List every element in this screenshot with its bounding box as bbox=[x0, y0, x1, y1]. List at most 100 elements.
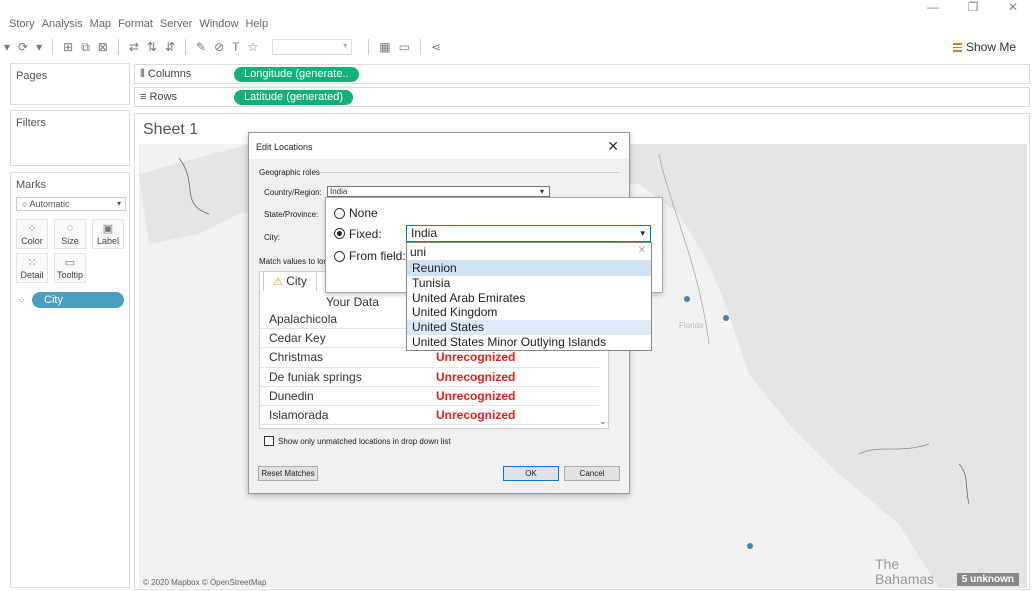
dropdown-option-us-minor[interactable]: United States Minor Outlying Islands bbox=[407, 335, 651, 350]
latitude-pill[interactable]: Latitude (generated) bbox=[234, 90, 354, 105]
row-status[interactable]: Unrecognized bbox=[436, 389, 515, 403]
bahamas-line-2: Bahamas bbox=[875, 571, 935, 587]
toolbar-divider bbox=[419, 39, 421, 55]
columns-shelf[interactable]: ⦀ Columns Longitude (generate.. bbox=[134, 64, 1030, 84]
map-point bbox=[684, 296, 690, 302]
fit-dropdown[interactable] bbox=[272, 39, 353, 55]
menu-format[interactable]: Format bbox=[118, 18, 153, 30]
map-point bbox=[747, 543, 753, 549]
show-me-icon bbox=[952, 42, 962, 52]
row-status[interactable]: Unrecognized bbox=[436, 370, 515, 384]
dropdown-option-uk[interactable]: United Kingdom bbox=[407, 305, 651, 320]
tab-city[interactable]: ⚠ City bbox=[263, 271, 317, 291]
map-copyright: © 2020 Mapbox © OpenStreetMap bbox=[143, 578, 267, 587]
tooltip-icon: ▭ bbox=[64, 257, 76, 269]
filters-pane[interactable]: Filters bbox=[10, 110, 130, 166]
row-status[interactable]: Unrecognized bbox=[436, 408, 515, 422]
menu-server[interactable]: Server bbox=[160, 18, 192, 30]
row-name: Christmas bbox=[269, 350, 324, 365]
dialog-title: Edit Locations bbox=[256, 142, 313, 152]
tooltip-button[interactable]: ▭ Tooltip bbox=[54, 253, 86, 283]
row-status[interactable]: Unrecognized bbox=[436, 350, 515, 364]
close-window-button[interactable]: ✕ bbox=[993, 0, 1033, 16]
cancel-button[interactable]: Cancel bbox=[564, 466, 620, 481]
fixed-radio[interactable] bbox=[334, 228, 345, 239]
clear-sheet-icon[interactable]: ⊠ bbox=[98, 40, 108, 54]
marks-title: Marks bbox=[16, 179, 46, 191]
menu-help[interactable]: Help bbox=[245, 18, 268, 30]
country-dropdown-list: ✕ Reunion Tunisia United Arab Emirates U… bbox=[406, 242, 652, 351]
none-radio[interactable] bbox=[334, 208, 345, 219]
dropdown-option-reunion[interactable]: Reunion bbox=[407, 261, 651, 276]
share-icon[interactable]: ⋖ bbox=[431, 40, 441, 54]
redo-icon[interactable]: ⟳ bbox=[18, 40, 28, 54]
minimize-button[interactable]: — bbox=[913, 0, 953, 16]
highlight-icon[interactable]: ✎ bbox=[196, 40, 206, 54]
toolbar: ▾ ⟳ ▾ ⊞ ⧉ ⊠ ⇄ ⇅ ⇵ ✎ ⊘ T ☆ ▦ ▭ ⋖ bbox=[0, 35, 1033, 59]
tooltip-label: Tooltip bbox=[56, 270, 83, 280]
detail-label: Detail bbox=[20, 270, 44, 280]
clear-search-icon[interactable]: ✕ bbox=[638, 245, 646, 256]
menu-analysis[interactable]: Analysis bbox=[42, 18, 83, 30]
dropdown-arrow-icon[interactable]: ▾ bbox=[36, 40, 42, 54]
menu-map[interactable]: Map bbox=[90, 18, 111, 30]
map-label-florida: Florida bbox=[679, 321, 704, 330]
dropdown-option-tunisia[interactable]: Tunisia bbox=[407, 276, 651, 291]
label-button[interactable]: ▣ Label bbox=[92, 219, 124, 249]
scroll-down-icon[interactable]: ⌄ bbox=[599, 416, 607, 427]
labels-icon[interactable]: T bbox=[232, 40, 239, 54]
table-row[interactable]: Islamorada Unrecognized bbox=[259, 406, 599, 426]
toolbar-divider bbox=[117, 39, 119, 55]
country-select[interactable]: India bbox=[327, 186, 550, 197]
none-label: None bbox=[349, 206, 378, 220]
unknown-badge[interactable]: 5 unknown bbox=[956, 573, 1019, 586]
menu-story[interactable]: Story bbox=[9, 18, 35, 30]
table-row[interactable]: De funiak springs Unrecognized bbox=[259, 368, 599, 387]
marks-pane: Marks ○ Automatic ⁘Color ◌Size ▣Label ⁙D… bbox=[10, 172, 130, 588]
table-row[interactable]: Christmas Unrecognized bbox=[259, 348, 599, 368]
reset-matches-button[interactable]: Reset Matches bbox=[258, 466, 318, 481]
warning-icon: ⚠ bbox=[273, 276, 283, 288]
dropdown-arrow-icon[interactable]: ▾ bbox=[4, 40, 10, 54]
columns-label: ⦀ Columns bbox=[140, 68, 191, 81]
columns-icon: ⦀ bbox=[140, 68, 148, 80]
restore-button[interactable]: ❐ bbox=[953, 0, 993, 16]
show-cards-icon[interactable]: ▦ bbox=[379, 40, 390, 54]
duplicate-sheet-icon[interactable]: ⧉ bbox=[81, 40, 90, 55]
label-icon: ▣ bbox=[102, 223, 114, 235]
show-me-button[interactable]: Show Me bbox=[952, 40, 1016, 54]
show-me-label: Show Me bbox=[965, 40, 1016, 54]
toolbar-divider bbox=[368, 39, 370, 55]
show-unmatched-label: Show only unmatched locations in drop do… bbox=[278, 437, 451, 446]
size-button[interactable]: ◌ Size bbox=[54, 219, 86, 249]
longitude-pill[interactable]: Longitude (generate.. bbox=[234, 67, 359, 82]
new-worksheet-icon[interactable]: ⊞ bbox=[63, 40, 73, 54]
dialog-close-icon[interactable]: ✕ bbox=[607, 138, 619, 155]
mark-type-dropdown[interactable]: ○ Automatic bbox=[16, 197, 126, 211]
presentation-icon[interactable]: ▭ bbox=[399, 40, 410, 54]
group-icon[interactable]: ⊘ bbox=[214, 40, 224, 54]
menu-window[interactable]: Window bbox=[199, 18, 238, 30]
window-controls: — ❐ ✕ bbox=[913, 0, 1033, 16]
row-name: Cedar Key bbox=[269, 331, 326, 346]
show-unmatched-checkbox[interactable] bbox=[264, 436, 274, 446]
dropdown-search-input[interactable] bbox=[410, 244, 635, 259]
city-pill[interactable]: City bbox=[32, 292, 124, 308]
detail-button[interactable]: ⁙ Detail bbox=[16, 253, 48, 283]
swap-icon[interactable]: ⇄ bbox=[129, 40, 139, 54]
fixed-country-select[interactable]: India bbox=[406, 225, 651, 242]
sort-descending-icon[interactable]: ⇵ bbox=[165, 40, 175, 54]
title-bar: Story Analysis Map Format Server Window … bbox=[0, 0, 1033, 33]
from-field-radio[interactable] bbox=[334, 251, 345, 262]
ok-button[interactable]: OK bbox=[503, 466, 559, 481]
rows-shelf[interactable]: ≡ Rows Latitude (generated) bbox=[134, 87, 1030, 107]
toolbar-divider bbox=[52, 39, 54, 55]
pin-icon[interactable]: ☆ bbox=[247, 40, 258, 54]
color-button[interactable]: ⁘ Color bbox=[16, 219, 48, 249]
table-row[interactable]: Dunedin Unrecognized bbox=[259, 387, 599, 406]
dropdown-option-us[interactable]: United States bbox=[407, 320, 651, 335]
dropdown-option-uae[interactable]: United Arab Emirates bbox=[407, 291, 651, 306]
bahamas-line-1: The bbox=[875, 556, 900, 572]
sort-ascending-icon[interactable]: ⇅ bbox=[147, 40, 157, 54]
pages-pane[interactable]: Pages bbox=[10, 63, 130, 105]
